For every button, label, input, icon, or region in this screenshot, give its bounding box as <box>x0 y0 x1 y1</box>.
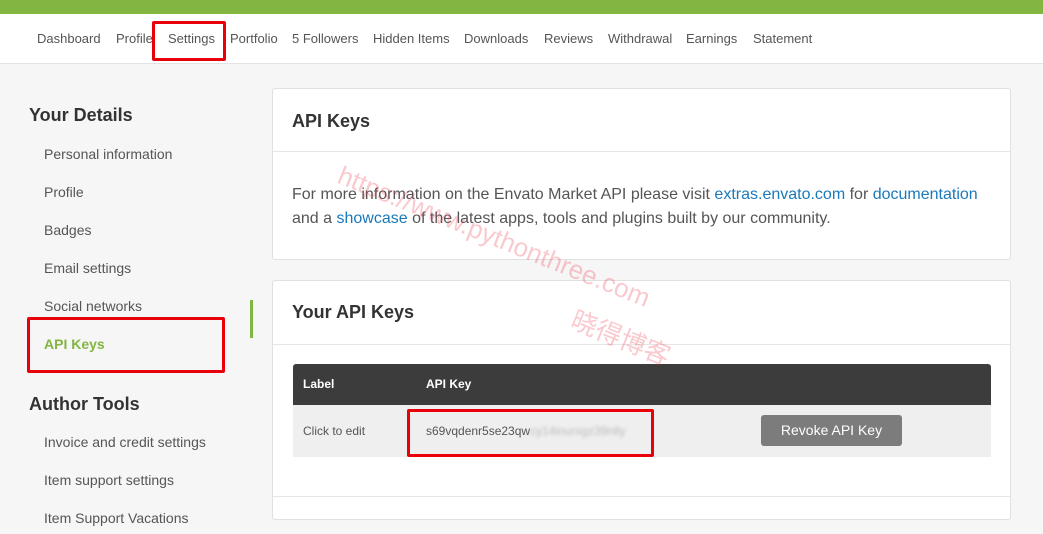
section-heading-author-tools: Author Tools <box>29 394 140 414</box>
info-text-part: of the latest apps, tools and plugins bu… <box>407 210 831 227</box>
showcase-link[interactable]: showcase <box>336 210 407 227</box>
api-key-visible-part: s69vqdenr5se23qw <box>426 424 531 438</box>
api-info-title: API Keys <box>292 111 371 131</box>
sidebar-item-profile[interactable]: Profile <box>44 184 84 200</box>
sidebar-item-personal-information[interactable]: Personal information <box>44 146 172 162</box>
nav-statement[interactable]: Statement <box>753 31 812 46</box>
key-label-edit[interactable]: Click to edit <box>303 424 365 438</box>
section-heading-your-details: Your Details <box>29 105 133 125</box>
nav-hidden-items[interactable]: Hidden Items <box>373 31 450 46</box>
sidebar-item-badges[interactable]: Badges <box>44 222 91 238</box>
revoke-api-key-button[interactable]: Revoke API Key <box>761 415 902 446</box>
your-api-keys-title: Your API Keys <box>292 302 415 322</box>
nav-withdrawal[interactable]: Withdrawal <box>608 31 672 46</box>
sidebar-item-api-keys[interactable]: API Keys <box>44 336 105 352</box>
settings-sidebar: Your Details Personal information Profil… <box>0 64 260 534</box>
your-api-keys-panel: Your API Keys Label API Key Click to edi… <box>272 280 1011 520</box>
api-key-blurred-part: cy14inurxgz39nlly <box>530 424 626 438</box>
sidebar-active-marker <box>250 300 253 338</box>
nav-earnings[interactable]: Earnings <box>686 31 737 46</box>
panel-divider <box>273 496 1010 497</box>
table-row: Click to edit s69vqdenr5se23qwcy14inurxg… <box>293 405 991 457</box>
column-header-label: Label <box>303 377 335 391</box>
nav-dashboard[interactable]: Dashboard <box>37 31 101 46</box>
extras-envato-link[interactable]: extras.envato.com <box>714 186 845 203</box>
nav-downloads[interactable]: Downloads <box>464 31 528 46</box>
nav-followers[interactable]: 5 Followers <box>292 31 358 46</box>
sidebar-item-item-support-settings[interactable]: Item support settings <box>44 472 174 488</box>
api-info-text: For more information on the Envato Marke… <box>292 183 992 231</box>
nav-portfolio[interactable]: Portfolio <box>230 31 278 46</box>
sidebar-item-social-networks[interactable]: Social networks <box>44 298 142 314</box>
top-accent-bar <box>0 0 1043 14</box>
sidebar-item-item-support-vacations[interactable]: Item Support Vacations <box>44 510 188 526</box>
column-header-api-key: API Key <box>426 377 472 391</box>
sidebar-item-invoice-credit-settings[interactable]: Invoice and credit settings <box>44 434 206 450</box>
table-header: Label API Key <box>293 364 991 405</box>
info-text-part: For more information on the Envato Marke… <box>292 186 715 203</box>
panel-divider <box>273 344 1010 345</box>
account-nav: Dashboard Profile Settings Portfolio 5 F… <box>0 14 1043 64</box>
info-text-part: and a <box>292 210 337 227</box>
api-keys-table: Label API Key Click to edit s69vqdenr5se… <box>293 364 991 457</box>
api-info-panel: API Keys For more information on the Env… <box>272 88 1011 260</box>
nav-settings[interactable]: Settings <box>168 31 215 46</box>
nav-reviews[interactable]: Reviews <box>544 31 593 46</box>
api-key-value: s69vqdenr5se23qwcy14inurxgz39nlly <box>426 424 625 438</box>
panel-divider <box>273 151 1010 152</box>
documentation-link[interactable]: documentation <box>873 186 978 203</box>
nav-profile[interactable]: Profile <box>116 31 153 46</box>
info-text-part: for <box>845 186 873 203</box>
sidebar-item-email-settings[interactable]: Email settings <box>44 260 131 276</box>
